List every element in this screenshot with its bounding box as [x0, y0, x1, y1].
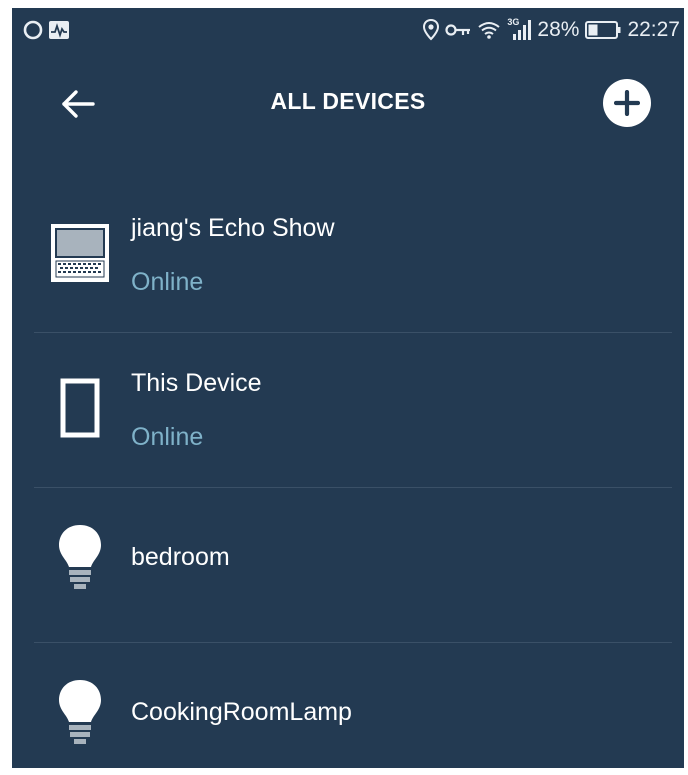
app-screen: 3G 28% 22:27 ALL DEVICES jiang's Echo Sh…	[12, 8, 684, 768]
device-item-this-device[interactable]: This Device Online	[12, 333, 684, 488]
battery-percent: 28%	[537, 18, 580, 41]
device-name: jiang's Echo Show	[131, 214, 335, 242]
device-status: Online	[131, 423, 204, 451]
page-title: ALL DEVICES	[270, 88, 426, 114]
device-name: CookingRoomLamp	[131, 698, 352, 726]
echo-show-icon	[50, 222, 110, 284]
light-bulb-icon	[50, 680, 110, 744]
device-status: Online	[131, 268, 204, 296]
tablet-icon	[50, 377, 110, 439]
light-bulb-icon	[50, 525, 110, 589]
device-name: This Device	[131, 369, 262, 397]
activity-icon	[48, 20, 70, 40]
signal-icon: 3G	[507, 17, 532, 41]
device-item-cooking-room-lamp[interactable]: CookingRoomLamp	[12, 643, 684, 768]
clock: 22:27	[627, 18, 680, 41]
status-bar: 3G 28% 22:27	[12, 8, 684, 52]
status-left	[22, 18, 70, 42]
circle-icon	[22, 19, 44, 41]
network-type-label: 3G	[507, 17, 520, 27]
plus-icon	[614, 90, 640, 116]
wifi-icon	[477, 20, 501, 40]
status-right: 3G 28% 22:27	[423, 16, 680, 44]
device-name: bedroom	[131, 543, 230, 571]
device-item-bedroom[interactable]: bedroom	[12, 488, 684, 643]
header: ALL DEVICES	[12, 52, 684, 152]
device-item-echo-show[interactable]: jiang's Echo Show Online	[12, 178, 684, 333]
device-list: jiang's Echo Show Online This Device Onl…	[12, 178, 684, 768]
key-icon	[445, 22, 471, 38]
location-icon	[423, 19, 440, 41]
battery-icon	[585, 20, 621, 40]
add-device-button[interactable]	[603, 79, 651, 127]
